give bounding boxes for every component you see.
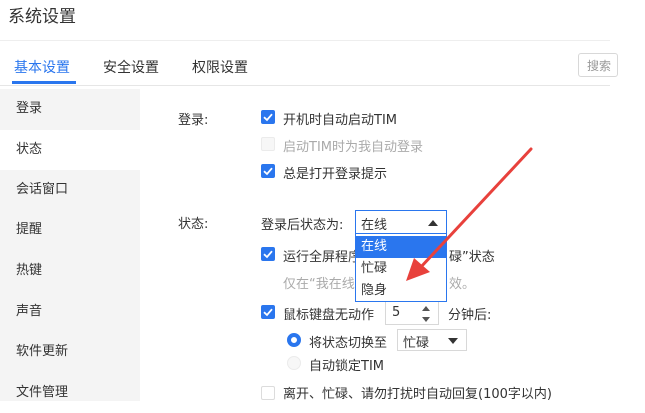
status-section-label: 状态: bbox=[178, 217, 209, 232]
fullscreen-note-suffix: 效。 bbox=[449, 277, 476, 292]
sidebar-item-software-update[interactable]: 软件更新 bbox=[0, 332, 140, 372]
tab-security-settings[interactable]: 安全设置 bbox=[103, 57, 159, 77]
login-prompt-label: 总是打开登录提示 bbox=[283, 167, 388, 182]
stepper-down-icon[interactable] bbox=[422, 317, 430, 322]
status-option-online[interactable]: 在线 bbox=[356, 236, 446, 258]
tab-basic-settings[interactable]: 基本设置 bbox=[14, 57, 70, 77]
auto-login-checkbox[interactable] bbox=[261, 137, 275, 151]
fullscreen-busy-label-suffix: 碌”状态 bbox=[449, 250, 495, 265]
auto-start-checkbox[interactable] bbox=[261, 110, 275, 124]
stepper-up-icon[interactable] bbox=[422, 306, 430, 311]
sidebar-item-file-management[interactable]: 文件管理 bbox=[0, 373, 140, 413]
sidebar-item-login[interactable]: 登录 bbox=[0, 89, 140, 129]
tab-bar: 基本设置 安全设置 权限设置 搜索 bbox=[0, 40, 618, 86]
status-option-busy[interactable]: 忙碌 bbox=[356, 258, 446, 280]
idle-checkbox[interactable] bbox=[261, 305, 275, 319]
sidebar-item-reminder[interactable]: 提醒 bbox=[0, 210, 140, 250]
switch-status-value: 忙碌 bbox=[403, 336, 430, 351]
login-section-label: 登录: bbox=[178, 113, 209, 128]
search-input[interactable]: 搜索 bbox=[578, 53, 618, 77]
idle-minutes-stepper[interactable]: 5 bbox=[385, 301, 439, 325]
auto-lock-radio[interactable] bbox=[287, 356, 301, 370]
switch-status-select[interactable]: 忙碌 bbox=[397, 329, 467, 351]
login-prompt-checkbox[interactable] bbox=[261, 164, 275, 178]
switch-status-radio[interactable] bbox=[287, 333, 301, 347]
status-dropdown-list: 在线 忙碌 隐身 bbox=[355, 234, 447, 302]
sidebar-item-chat-window[interactable]: 会话窗口 bbox=[0, 170, 140, 210]
idle-minutes-value: 5 bbox=[392, 305, 401, 320]
chevron-up-icon bbox=[428, 220, 438, 226]
auto-reply-label: 离开、忙碌、请勿打扰时自动回复(100字以内) bbox=[283, 387, 552, 402]
sidebar-item-status[interactable]: 状态 bbox=[0, 130, 140, 170]
switch-status-label: 将状态切换至 bbox=[309, 336, 388, 351]
fullscreen-busy-label-prefix: 运行全屏程序 bbox=[283, 250, 362, 265]
auto-reply-checkbox[interactable] bbox=[261, 386, 275, 400]
sidebar: 登录 状态 会话窗口 提醒 热键 声音 软件更新 文件管理 bbox=[0, 89, 140, 401]
active-tab-indicator bbox=[12, 81, 76, 84]
sidebar-item-sound[interactable]: 声音 bbox=[0, 292, 140, 332]
idle-suffix: 分钟后: bbox=[448, 308, 492, 323]
chevron-down-icon bbox=[448, 338, 458, 344]
check-icon bbox=[263, 308, 273, 317]
auto-lock-label: 自动锁定TIM bbox=[309, 359, 384, 374]
after-login-status-select[interactable]: 在线 bbox=[355, 210, 447, 234]
tab-permission-settings[interactable]: 权限设置 bbox=[192, 57, 248, 77]
idle-label: 鼠标键盘无动作 bbox=[283, 308, 375, 323]
fullscreen-note-prefix: 仅在“我在线 bbox=[283, 277, 355, 292]
check-icon bbox=[263, 250, 273, 259]
after-login-status-value: 在线 bbox=[361, 218, 388, 233]
window-title: 系统设置 bbox=[8, 7, 76, 27]
auto-login-label: 启动TIM时为我自动登录 bbox=[283, 140, 423, 155]
sidebar-item-hotkeys[interactable]: 热键 bbox=[0, 251, 140, 291]
after-login-status-label: 登录后状态为: bbox=[261, 218, 344, 233]
check-icon bbox=[263, 167, 273, 176]
fullscreen-busy-checkbox[interactable] bbox=[261, 247, 275, 261]
status-option-invisible[interactable]: 隐身 bbox=[356, 280, 446, 302]
check-icon bbox=[263, 113, 273, 122]
auto-start-label: 开机时自动启动TIM bbox=[283, 113, 397, 128]
